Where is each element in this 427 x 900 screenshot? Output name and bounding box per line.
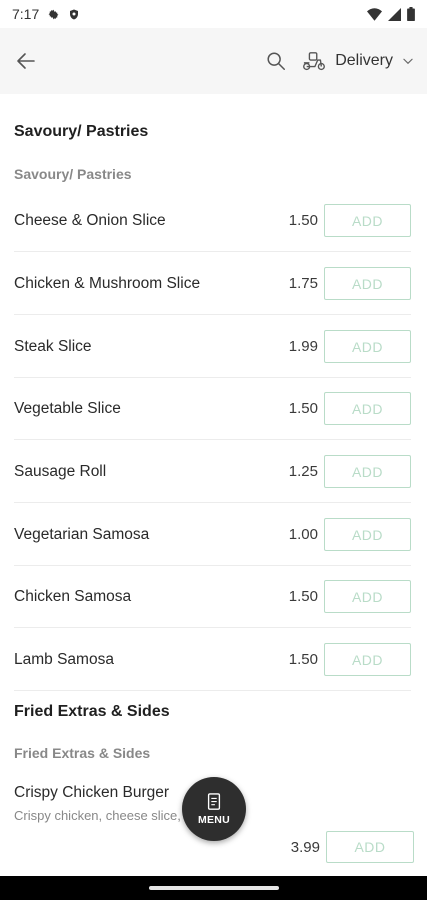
item-name: Steak Slice bbox=[14, 337, 92, 355]
item-price: 1.50 bbox=[288, 651, 318, 668]
section-title: Savoury/ Pastries bbox=[14, 123, 149, 140]
item-price: 1.25 bbox=[288, 463, 318, 480]
item-price: 3.99 bbox=[290, 838, 320, 856]
add-button[interactable]: ADD bbox=[324, 204, 411, 237]
add-button[interactable]: ADD bbox=[324, 643, 411, 676]
menu-document-icon bbox=[207, 792, 221, 810]
shield-icon bbox=[68, 8, 80, 21]
signal-icon bbox=[388, 7, 401, 21]
menu-item-row: Lamb Samosa 1.50 ADD bbox=[14, 629, 411, 691]
section-subtitle: Savoury/ Pastries bbox=[14, 166, 132, 182]
item-name: Sausage Roll bbox=[14, 462, 107, 480]
menu-fab-button[interactable]: MENU bbox=[182, 777, 246, 841]
menu-item-row: Chicken Samosa 1.50 ADD bbox=[14, 566, 411, 628]
item-price: 1.75 bbox=[288, 275, 318, 292]
back-arrow-icon bbox=[17, 53, 35, 69]
add-button[interactable]: ADD bbox=[326, 831, 414, 863]
item-price: 1.50 bbox=[288, 212, 318, 229]
delivery-scooter-icon bbox=[303, 52, 326, 71]
item-price: 1.00 bbox=[288, 526, 318, 543]
add-button[interactable]: ADD bbox=[324, 330, 411, 363]
gear-icon bbox=[47, 8, 60, 21]
add-button[interactable]: ADD bbox=[324, 580, 411, 613]
status-time: 7:17 bbox=[12, 6, 40, 22]
item-price: 1.99 bbox=[288, 338, 318, 355]
item-name: Lamb Samosa bbox=[14, 650, 114, 668]
home-gesture-pill[interactable] bbox=[148, 886, 279, 890]
item-name: Vegetable Slice bbox=[14, 399, 121, 417]
wifi-icon bbox=[367, 7, 382, 21]
item-price: 1.50 bbox=[288, 400, 318, 417]
section-subtitle: Fried Extras & Sides bbox=[14, 745, 151, 761]
item-name: Chicken & Mushroom Slice bbox=[14, 274, 201, 292]
battery-icon bbox=[407, 7, 415, 21]
menu-item-row: Steak Slice 1.99 ADD bbox=[14, 316, 411, 378]
add-button[interactable]: ADD bbox=[324, 455, 411, 488]
delivery-selector[interactable]: Delivery bbox=[301, 50, 415, 72]
search-button[interactable] bbox=[265, 50, 287, 72]
app-bar: Delivery bbox=[0, 28, 427, 94]
item-price: 1.50 bbox=[288, 588, 318, 605]
add-button[interactable]: ADD bbox=[324, 392, 411, 425]
item-name: Cheese & Onion Slice bbox=[14, 211, 166, 229]
add-button[interactable]: ADD bbox=[324, 267, 411, 300]
menu-item-row: Cheese & Onion Slice 1.50 ADD bbox=[14, 190, 411, 252]
menu-item-row: Vegetable Slice 1.50 ADD bbox=[14, 378, 411, 440]
system-nav-bar bbox=[0, 876, 427, 900]
chevron-down-icon bbox=[403, 58, 413, 65]
item-name: Chicken Samosa bbox=[14, 587, 132, 605]
section-title: Fried Extras & Sides bbox=[14, 703, 170, 720]
delivery-label: Delivery bbox=[335, 52, 393, 69]
fab-label: MENU bbox=[197, 813, 231, 826]
back-button[interactable] bbox=[12, 47, 40, 75]
menu-list[interactable]: Savoury/ Pastries Savoury/ Pastries Chee… bbox=[0, 94, 427, 876]
menu-item-row: Sausage Roll 1.25 ADD bbox=[14, 441, 411, 503]
status-bar: 7:17 bbox=[0, 0, 427, 28]
item-name: Vegetarian Samosa bbox=[14, 525, 150, 543]
menu-item-row: Chicken & Mushroom Slice 1.75 ADD bbox=[14, 253, 411, 315]
search-icon bbox=[267, 52, 286, 70]
menu-item-row: Vegetarian Samosa 1.00 ADD bbox=[14, 504, 411, 566]
add-button[interactable]: ADD bbox=[324, 518, 411, 551]
